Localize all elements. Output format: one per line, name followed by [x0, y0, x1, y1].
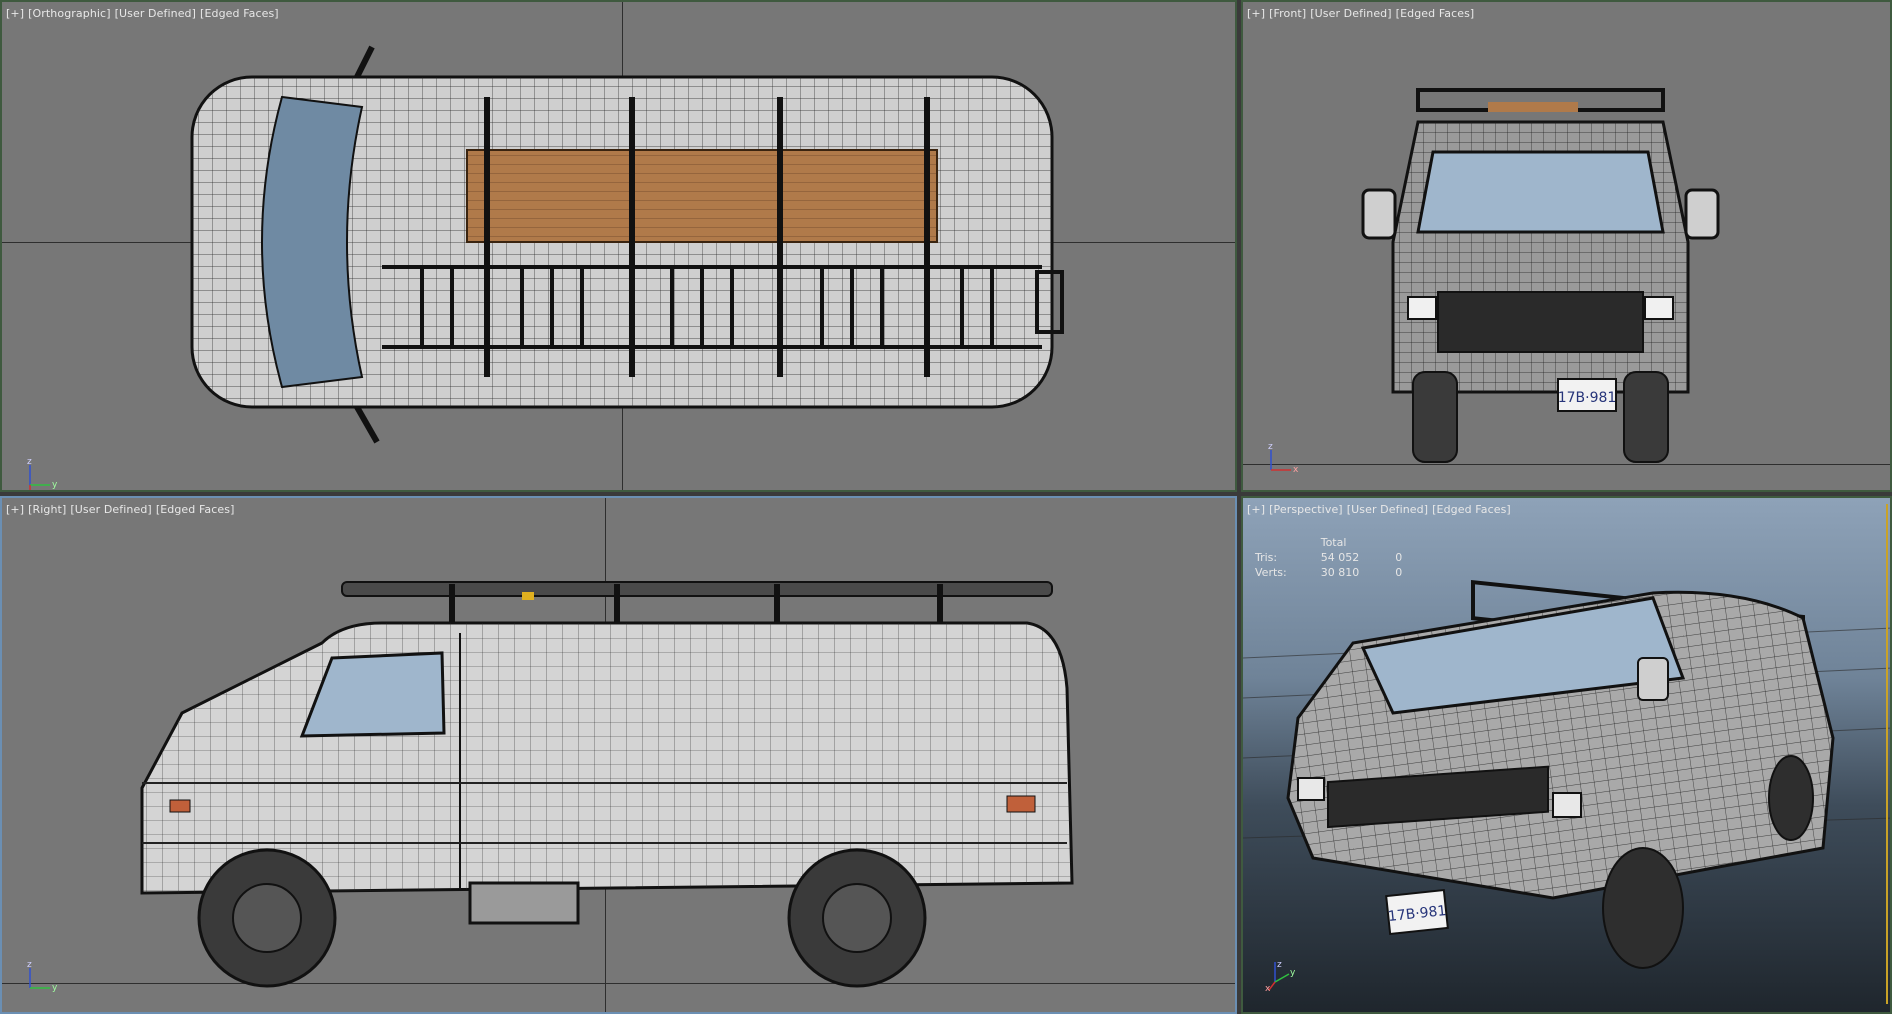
viewport-perspective[interactable]: [+] [Perspective] [User Defined] [Edged Fac… — [1241, 496, 1892, 1014]
svg-text:z: z — [27, 457, 32, 467]
viewport-scroll-indicator[interactable] — [1878, 504, 1888, 1004]
van-front-wireframe: 17B·981 — [1361, 88, 1720, 463]
svg-text:z: z — [27, 960, 32, 970]
license-plate-text: 17B·981 — [1558, 390, 1617, 406]
axis-gizmo-right: z y — [24, 960, 64, 1000]
svg-text:y: y — [52, 480, 58, 490]
viewport-top[interactable]: [+] [Orthographic] [User Defined] [Edged Fa… — [0, 0, 1237, 492]
viewport-front[interactable]: [+] [Front] [User Defined] [Edged Faces] 17… — [1241, 0, 1892, 492]
svg-text:x: x — [1293, 465, 1299, 475]
svg-text:z: z — [1268, 442, 1273, 452]
svg-text:y: y — [52, 983, 58, 993]
svg-text:y: y — [1290, 968, 1296, 978]
svg-text:x: x — [1265, 984, 1271, 994]
axis-gizmo-top: z y — [24, 457, 64, 490]
van-top-wireframe — [190, 45, 1064, 444]
viewport-right[interactable]: [+][Right][User Defined][Edged Faces] — [0, 496, 1237, 1014]
svg-text:z: z — [1277, 960, 1282, 970]
axis-gizmo-perspective: z y x — [1265, 958, 1305, 998]
axis-gizmo-front: z x — [1265, 442, 1305, 482]
van-side-wireframe — [140, 581, 1074, 988]
van-perspective-wireframe: 17B·981 — [1243, 579, 1890, 969]
